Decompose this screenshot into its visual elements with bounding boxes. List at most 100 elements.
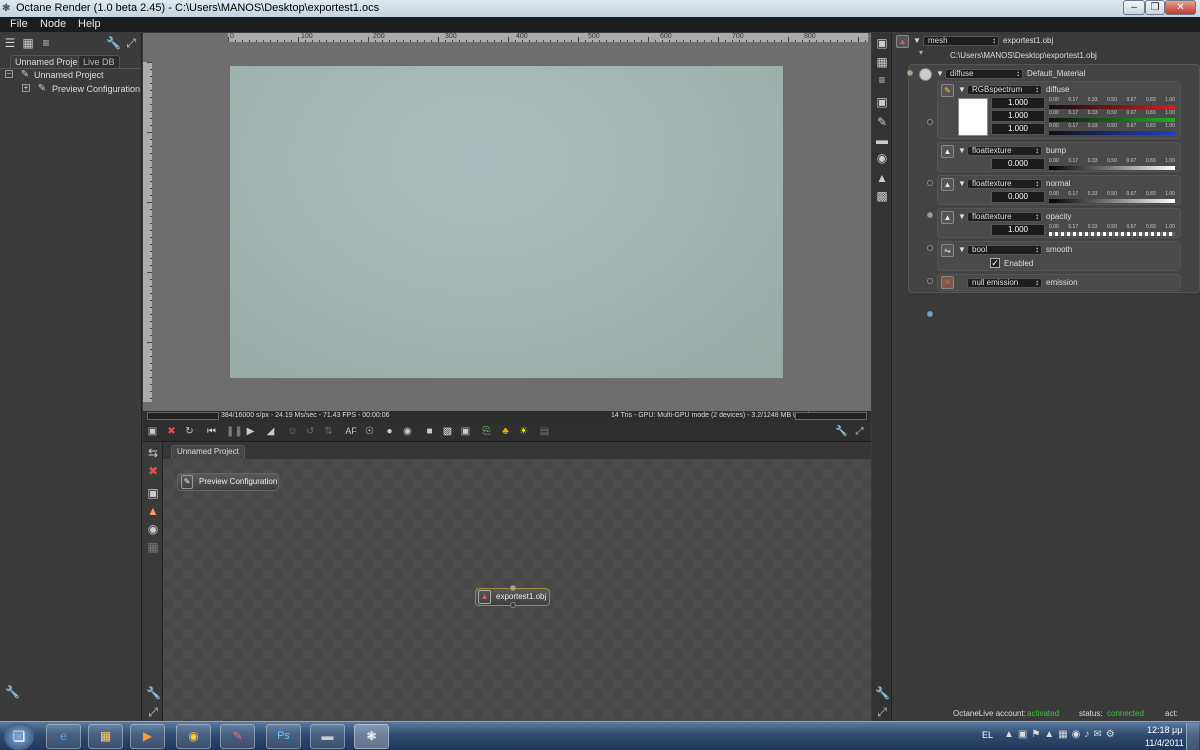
slider-track[interactable] [1049,166,1175,170]
normal-type-select[interactable]: floattexture [967,179,1042,189]
paint-taskbar-icon[interactable]: ✎ [220,724,255,749]
tree-item-preview-config[interactable]: Preview Configuration [52,84,140,94]
sun-icon[interactable]: ☀ [517,425,530,438]
fullscreen-right-icon[interactable]: ⤢ [875,705,889,719]
grid-icon[interactable]: ▩ [875,189,889,203]
bump-pin[interactable] [927,180,933,186]
image-icon[interactable]: ▣ [875,95,889,109]
kernel-icon[interactable]: ▬ [875,133,889,147]
pick-focus-icon[interactable]: ⎊ [286,425,299,438]
texture-node-icon[interactable]: ◉ [146,522,160,536]
imager-icon[interactable]: ✎ [875,115,889,129]
clock-date[interactable]: 11/4/2011 [1145,738,1184,748]
show-desktop-button[interactable] [1186,723,1199,750]
bump-type-select[interactable]: floattexture [967,146,1042,156]
normal-value-field[interactable]: 0.000 [991,191,1045,203]
opacity-pin[interactable] [927,245,933,251]
bump-slider[interactable]: 0.00 0.17 0.33 0.50 0.67 0.83 1.00 [1049,158,1175,172]
octane-taskbar-icon[interactable]: ❃ [354,724,389,749]
collapse-mesh-icon[interactable]: ▼ [913,36,921,45]
collapse-material-icon[interactable]: ▼ [936,69,944,78]
trash-icon[interactable]: ▤ [538,425,551,438]
smooth-pin[interactable] [927,278,933,284]
normal-slider[interactable]: 0.00 0.17 0.33 0.50 0.67 0.83 1.00 [1049,191,1175,205]
sphere-alt-icon[interactable]: ◉ [401,425,414,438]
red-slider[interactable]: 0.00 0.17 0.33 0.50 0.67 0.83 1.00 [1049,97,1175,111]
ie-taskbar-icon[interactable]: e [46,724,81,749]
node-preview-configuration[interactable]: ✎ Preview Configuration [177,473,279,491]
material-node-icon[interactable]: ▲ [146,504,160,518]
material-picker-icon[interactable]: ☉ [363,425,376,438]
green-value-field[interactable]: 1.000 [991,110,1045,122]
blue-slider[interactable]: 0.00 0.17 0.33 0.50 0.67 0.83 1.00 [1049,123,1175,137]
bump-value-field[interactable]: 0.000 [991,158,1045,170]
autofocus-button[interactable]: AF [343,425,359,438]
stop-render-icon[interactable]: ✖ [165,425,178,438]
list-icon[interactable]: ≡ [39,36,53,50]
start-button[interactable]: ❏ [4,723,34,750]
focus-icon[interactable]: ◢ [264,425,277,438]
collapse-smooth-icon[interactable]: ▼ [958,245,966,254]
smooth-type-select[interactable]: bool [967,245,1042,255]
texture-icon[interactable]: ▲ [875,171,889,185]
enabled-checkbox[interactable]: ✓ [990,258,1000,268]
green-slider[interactable]: 0.00 0.17 0.33 0.50 0.67 0.83 1.00 [1049,110,1175,124]
node-graph-canvas[interactable]: ✎ Preview Configuration ▲ exportest1.obj [163,459,871,721]
slider-track[interactable] [1049,131,1175,135]
collapse-normal-icon[interactable]: ▼ [958,179,966,188]
wrench-viewport-icon[interactable]: 🔧 [835,425,848,438]
collapse-diffuse-icon[interactable]: ▼ [958,85,966,94]
media-player-taskbar-icon[interactable]: ▶ [130,724,165,749]
file-icon[interactable]: ▾ [919,48,923,57]
emission-node-icon[interactable]: ▦ [146,540,160,554]
material-pin[interactable] [907,70,913,76]
outliner-icon[interactable]: ☰ [3,36,17,50]
tray-icons[interactable]: ▲▣⚑▲▦◉♪✉⚙ [1004,729,1119,740]
tab-graph-project[interactable]: Unnamed Project [171,445,245,459]
language-indicator[interactable]: EL [982,730,993,740]
expand-icon[interactable]: ⤢ [124,36,138,50]
emission-pin[interactable] [927,311,933,317]
arrange-icon[interactable]: ⇆ [146,446,160,460]
tab-live-db[interactable]: Live DB [78,55,120,68]
menu-file[interactable]: File [10,18,28,30]
menu-node[interactable]: Node [40,18,66,30]
diffuse-type-select[interactable]: RGBspectrum [967,85,1042,95]
close-button[interactable]: ✕ [1165,0,1196,15]
menu-help[interactable]: Help [78,18,101,30]
render-node-icon[interactable]: ✖ [146,464,160,478]
undo-camera-icon[interactable]: ↺ [304,425,317,438]
red-value-field[interactable]: 1.000 [991,97,1045,109]
save-image-icon[interactable]: ▣ [146,425,159,438]
play-icon[interactable]: ▶ [244,425,257,438]
cmd-taskbar-icon[interactable]: ▬ [310,724,345,749]
photoshop-taskbar-icon[interactable]: Ps [266,724,301,749]
tree-item-project[interactable]: Unnamed Project [34,70,104,80]
slider-track[interactable] [1049,118,1175,122]
export-icon[interactable]: ⎘ [480,425,493,438]
wrench-graph-icon[interactable]: 🔧 [146,686,161,700]
blue-value-field[interactable]: 1.000 [991,123,1045,135]
opacity-slider[interactable]: 0.00 0.17 0.33 0.50 0.67 0.83 1.00 [1049,224,1175,238]
explorer-taskbar-icon[interactable]: ▦ [88,724,123,749]
chrome-taskbar-icon[interactable]: ◉ [176,724,211,749]
sphere-icon[interactable]: ● [383,425,396,438]
region-icon[interactable]: ■ [423,425,436,438]
slider-track[interactable] [1049,232,1175,236]
layers-icon[interactable]: ▦ [21,36,35,50]
fullscreen-icon[interactable]: ⤢ [853,425,866,438]
collapse-icon[interactable]: − [5,70,13,78]
expand-tree-icon[interactable]: + [22,84,30,92]
output-pin[interactable] [510,602,516,608]
material-type-select[interactable]: diffuse [945,69,1023,79]
restart-icon[interactable]: ⏮ [205,425,218,438]
slider-track[interactable] [1049,105,1175,109]
collapse-opacity-icon[interactable]: ▼ [958,212,966,221]
wrench-icon[interactable]: 🔧 [106,36,121,50]
minimize-button[interactable]: – [1123,0,1145,15]
wrench-bottom-icon[interactable]: 🔧 [5,685,20,699]
input-pin[interactable] [510,585,516,591]
pause-icon[interactable]: ❚❚ [226,425,243,438]
clock-time[interactable]: 12:18 μμ [1147,725,1182,735]
normal-pin[interactable] [927,212,933,218]
